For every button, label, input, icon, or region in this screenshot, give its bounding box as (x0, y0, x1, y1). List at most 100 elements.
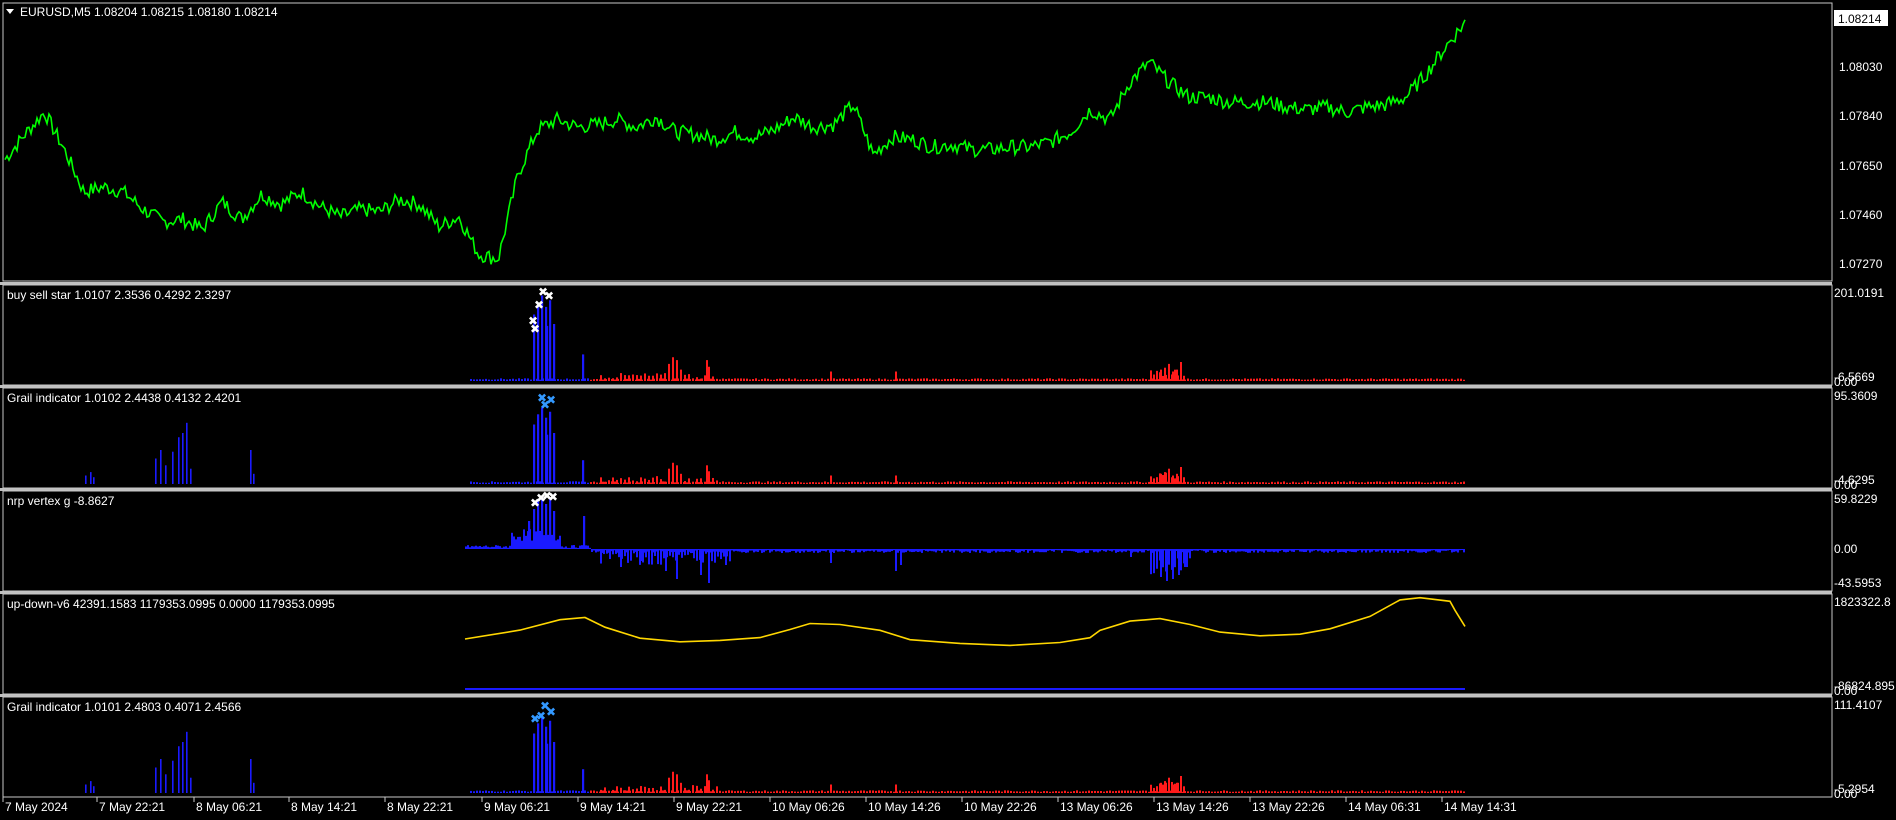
histogram-bar (657, 549, 659, 565)
histogram-bar (1070, 791, 1072, 793)
histogram-bar (851, 481, 853, 484)
histogram-bar (563, 791, 565, 793)
histogram-bar (587, 791, 589, 793)
histogram-bar (1247, 481, 1249, 484)
histogram-bar (1067, 481, 1069, 484)
histogram-bar (1303, 549, 1305, 553)
histogram-bar (1256, 790, 1258, 793)
histogram-bar (686, 378, 688, 381)
histogram-bar (471, 546, 473, 549)
histogram-bar (1171, 374, 1173, 381)
histogram-bar (995, 790, 997, 793)
indicator-panel-grail-2[interactable]: Grail indicator 1.0101 2.4803 0.4071 2.4… (2, 696, 1883, 801)
indicator-panel-nrp-vertex[interactable]: nrp vertex g -8.8627 ✖✖✖✖ 59.8229 0.00 -… (2, 489, 1882, 592)
indicator-panel-grail-1[interactable]: Grail indicator 1.0102 2.4438 0.4132 2.4… (2, 387, 1878, 492)
histogram-bar (848, 378, 850, 381)
histogram-bar (1305, 549, 1307, 552)
histogram-bar (1007, 790, 1009, 793)
histogram-bar (1100, 482, 1102, 484)
histogram-bar (584, 790, 586, 793)
histogram-bar (565, 546, 567, 549)
histogram-bar (1289, 378, 1291, 381)
histogram-bar (1165, 374, 1167, 381)
indicator-panel-up-down-v6[interactable]: up-down-v6 42391.1583 1179353.0995 0.000… (2, 593, 1895, 698)
histogram-bar (999, 549, 1001, 552)
histogram-bar (998, 790, 1000, 793)
histogram-bar (1162, 549, 1164, 568)
histogram-bar (1247, 791, 1249, 793)
histogram-bar (830, 549, 832, 563)
histogram-bar (1028, 378, 1030, 381)
histogram-bar (1229, 481, 1231, 484)
histogram-bar (90, 781, 92, 793)
histogram-bar (866, 378, 868, 381)
histogram-bar (706, 360, 708, 381)
histogram-bar (1421, 379, 1423, 381)
histogram-bar (1153, 787, 1155, 793)
histogram-bar (509, 545, 511, 549)
price-panel[interactable]: EURUSD,M5 1.08204 1.08215 1.08180 1.0821… (2, 2, 1888, 282)
histogram-bar (1229, 549, 1231, 553)
histogram-bar (1159, 783, 1161, 793)
histogram-bar (1064, 790, 1066, 793)
histogram-bar (1443, 549, 1445, 551)
histogram-bar (636, 788, 638, 793)
histogram-bar (1280, 482, 1282, 484)
histogram-bar (676, 480, 678, 484)
histogram-bar (1391, 481, 1393, 484)
panel-frame (2, 696, 1833, 798)
signal-markers: ✖✖✖ (537, 391, 556, 412)
histogram-bar (836, 482, 838, 484)
histogram-bar (1156, 479, 1158, 484)
histogram-bar (1202, 791, 1204, 793)
histogram-bar (881, 790, 883, 793)
histogram-bar (479, 482, 481, 484)
histogram-bar (253, 473, 255, 484)
histogram-bar (1205, 791, 1207, 793)
histogram-bar (1373, 481, 1375, 484)
histogram-bar (839, 791, 841, 793)
histogram-bar (1377, 549, 1379, 552)
histogram-bar (1401, 549, 1403, 552)
histogram-bar (1187, 378, 1189, 381)
histogram-bar (887, 549, 889, 552)
histogram-bar (1136, 481, 1138, 484)
histogram-bar (1289, 482, 1291, 484)
histogram-bar (1217, 379, 1219, 381)
histogram-bar (752, 791, 754, 793)
histogram-bar (524, 378, 526, 381)
histogram-bar (1193, 379, 1195, 381)
histogram-bar (1286, 791, 1288, 793)
histogram-bar (678, 549, 680, 555)
histogram-bar (1244, 791, 1246, 793)
histogram-bar (616, 786, 618, 793)
histogram-bar (1367, 791, 1369, 793)
histogram-bar (925, 549, 927, 551)
indicator-panel-buy-sell-star[interactable]: buy sell star 1.0107 2.3536 0.4292 2.329… (2, 284, 1884, 389)
histogram-bar (1363, 549, 1365, 551)
histogram-bar (470, 790, 472, 793)
histogram-bar (1027, 549, 1029, 553)
histogram-bar (491, 790, 493, 793)
dropdown-arrow-icon[interactable] (6, 9, 14, 14)
histogram-bar (1115, 482, 1117, 484)
histogram-bar (1136, 378, 1138, 381)
histogram-bar (675, 549, 677, 561)
histogram-bar (1307, 791, 1309, 793)
histogram-bar (160, 759, 162, 793)
histogram-bar (1064, 378, 1066, 381)
histogram-bar (872, 790, 874, 793)
histogram-bar (590, 790, 592, 793)
histogram-bar (771, 549, 773, 552)
histogram-bar (1436, 378, 1438, 381)
histogram-bar (698, 482, 700, 484)
histogram-bar (809, 379, 811, 381)
histogram-bar (947, 549, 949, 551)
histogram-bar (557, 379, 559, 381)
histogram-bar (878, 790, 880, 793)
histogram-bar (575, 379, 577, 381)
histogram-bar (1165, 472, 1167, 484)
panel-separators[interactable] (0, 282, 1832, 697)
histogram-bar (1055, 791, 1057, 793)
histogram-bar (941, 482, 943, 484)
